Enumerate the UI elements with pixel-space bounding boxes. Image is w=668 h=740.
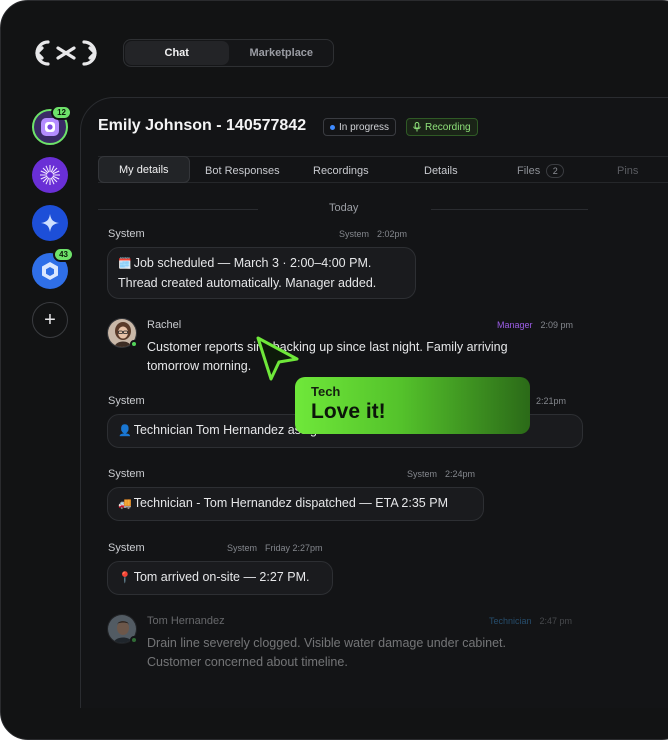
tooltip-message: Love it! — [311, 400, 386, 423]
message-meta: Technician 2:47 pm — [489, 616, 573, 626]
add-app-button[interactable]: + — [32, 302, 68, 338]
status-label: Recording — [425, 121, 471, 133]
app-window: Chat Marketplace 12 43 + Emily Johnson -… — [0, 0, 668, 740]
message-sender: System — [108, 468, 145, 480]
tab-recordings[interactable]: Recordings — [313, 157, 369, 184]
tab-files-label: Files — [517, 164, 541, 177]
page-title: Emily Johnson - 140577842 — [98, 117, 307, 134]
sparkle-app-icon — [41, 214, 59, 232]
tab-chat[interactable]: Chat — [125, 41, 229, 65]
message-sender: Tom Hernandez — [147, 615, 225, 627]
rail-app-camera[interactable]: 12 — [32, 105, 72, 145]
unread-badge: 12 — [51, 105, 72, 120]
hexagon-app-icon — [42, 262, 58, 280]
microphone-icon — [413, 122, 421, 132]
status-label: In progress — [339, 121, 390, 133]
pin-icon: 📍 — [118, 572, 132, 584]
tab-bot-responses[interactable]: Bot Responses — [205, 157, 280, 184]
message-sender: System — [108, 228, 145, 240]
day-label: Today — [329, 202, 359, 214]
message-meta: System 2:02pm — [339, 229, 408, 239]
message-text: Customer reports sink backing up since l… — [147, 340, 508, 373]
cursor-arrow-icon — [256, 336, 299, 381]
tooltip-name: Tech — [311, 384, 341, 399]
message-meta: System 2:24pm — [407, 469, 476, 479]
tab-pins[interactable]: Pins — [617, 157, 638, 184]
status-dot-icon — [330, 124, 335, 130]
plus-icon: + — [44, 309, 56, 331]
rail-app-sparkle[interactable] — [32, 205, 68, 241]
rail-app-starburst[interactable] — [32, 157, 68, 193]
detail-tabs: My details Bot Responses Recordings Deta… — [98, 156, 668, 183]
cursor-tooltip: Tech Love it! — [295, 377, 530, 434]
day-separator: Today — [98, 201, 588, 217]
online-indicator — [130, 340, 138, 348]
tab-files[interactable]: Files 2 — [517, 157, 565, 184]
message-bubble: 🗓️ Job scheduled — March 3 · 2:00–4:00 PM… — [107, 247, 416, 299]
brand-logo — [35, 40, 97, 66]
rail-app-hexagon[interactable]: 43 — [32, 247, 74, 289]
view-switcher: Chat Marketplace — [123, 39, 334, 67]
message-meta: System Friday 2:27pm — [227, 543, 323, 553]
status-badge-recording: Recording — [406, 118, 478, 136]
starburst-app-icon — [40, 165, 60, 185]
message-sender: Rachel — [147, 319, 182, 331]
tab-my-details[interactable]: My details — [98, 156, 190, 183]
unread-badge: 43 — [53, 247, 74, 262]
message-text: Drain line severely clogged. Visible wat… — [147, 636, 507, 669]
message-meta: Manager 2:09 pm — [497, 320, 574, 330]
tab-marketplace[interactable]: Marketplace — [230, 40, 334, 66]
calendar-icon: 🗓️ — [118, 258, 132, 270]
message-sender: System — [108, 542, 145, 554]
status-badge-in-progress: In progress — [323, 118, 397, 136]
tab-details[interactable]: Details — [424, 157, 458, 184]
truck-icon: 🚚 — [118, 498, 132, 510]
person-icon: 👤 — [118, 425, 132, 437]
message-bubble: 📍 Tom arrived on-site — 2:27 PM. — [107, 561, 333, 595]
files-count-badge: 2 — [546, 163, 565, 178]
online-indicator — [130, 636, 138, 644]
message-bubble: 🚚 Technician - Tom Hernandez dispatched —… — [107, 487, 484, 521]
message-sender: System — [108, 395, 145, 407]
